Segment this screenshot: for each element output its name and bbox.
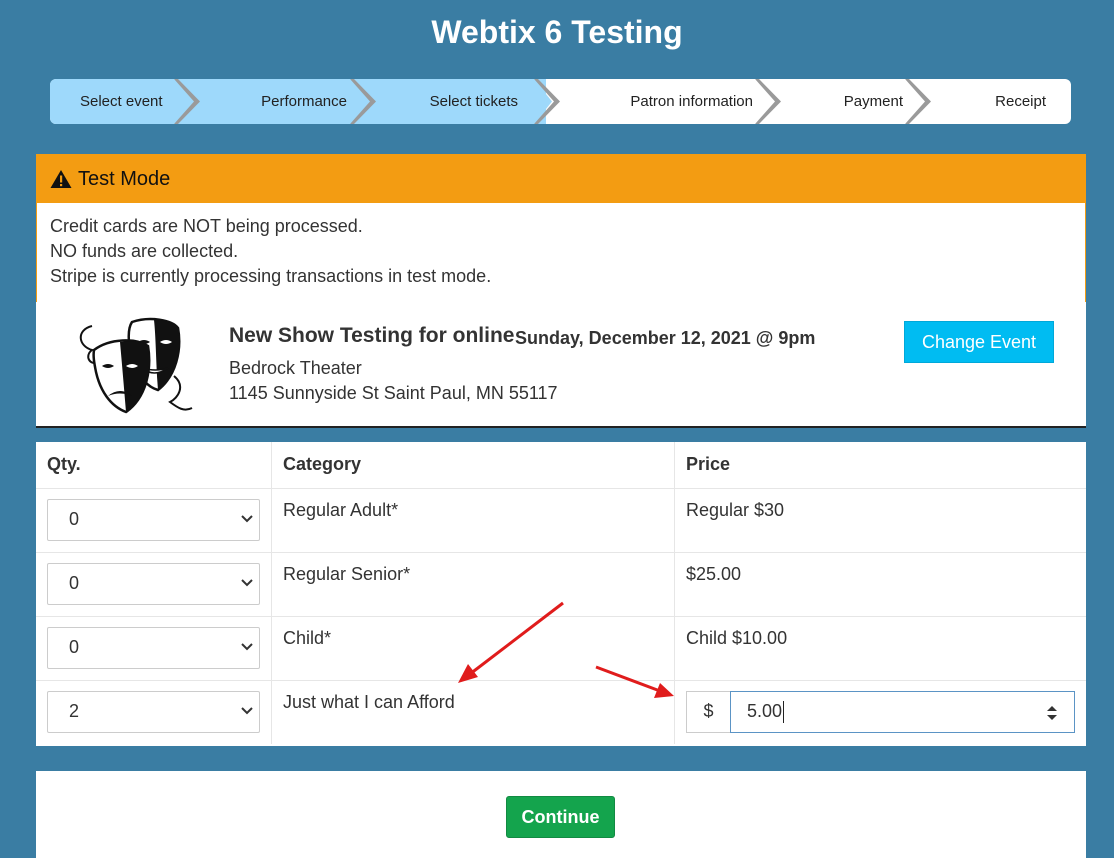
qty-select[interactable]: 0 xyxy=(47,626,260,669)
chevron-down-icon xyxy=(241,642,253,650)
text-caret xyxy=(783,700,785,723)
qty-value: 2 xyxy=(69,701,80,721)
category-cell: Just what I can Afford xyxy=(271,680,675,744)
step-label: Patron information xyxy=(630,93,753,110)
alert-body: Credit cards are NOT being processed. NO… xyxy=(37,203,1085,300)
table-row: 0 Regular Senior* $25.00 xyxy=(36,552,1086,617)
qty-header: Qty. xyxy=(36,442,272,489)
chevron-separator-icon xyxy=(350,79,376,124)
event-name: New Show Testing for online xyxy=(229,324,515,347)
custom-price-input[interactable]: 5.00 xyxy=(730,690,1075,733)
category-header: Category xyxy=(271,442,675,489)
price-cell: Regular $30 xyxy=(674,488,1086,553)
chevron-separator-icon xyxy=(905,79,931,124)
step-receipt[interactable]: Receipt xyxy=(917,79,1071,124)
table-row: 0 Regular Adult* Regular $30 xyxy=(36,488,1086,553)
table-row: 2 Just what I can Afford $ 5.00 xyxy=(36,680,1086,744)
chevron-down-icon xyxy=(241,706,253,714)
step-select-tickets[interactable]: Select tickets xyxy=(362,79,560,124)
chevron-separator-icon xyxy=(174,79,200,124)
alert-line: Stripe is currently processing transacti… xyxy=(50,266,492,286)
step-select-event[interactable]: Select event xyxy=(50,79,200,124)
change-event-button[interactable]: Change Event xyxy=(904,321,1054,363)
test-mode-alert: Test Mode Credit cards are NOT being pro… xyxy=(36,154,1086,303)
qty-value: 0 xyxy=(69,573,80,593)
qty-value: 0 xyxy=(69,637,80,657)
price-input-value: 5.00 xyxy=(747,701,783,721)
event-panel: New Show Testing for online Sunday, Dece… xyxy=(36,302,1086,428)
chevron-separator-icon xyxy=(755,79,781,124)
chevron-down-icon xyxy=(241,578,253,586)
theater-masks-image xyxy=(79,317,193,414)
qty-value: 0 xyxy=(69,509,80,529)
event-venue-block: Bedrock Theater 1145 Sunnyside St Saint … xyxy=(229,356,558,406)
step-label: Payment xyxy=(843,93,903,110)
price-cell: Child $10.00 xyxy=(674,616,1086,681)
price-header: Price xyxy=(674,442,1086,489)
alert-line: NO funds are collected. xyxy=(50,241,239,261)
alert-header: Test Mode xyxy=(37,155,1085,203)
price-cell: $25.00 xyxy=(674,552,1086,617)
step-label: Performance xyxy=(261,93,347,110)
venue-address: 1145 Sunnyside St Saint Paul, MN 55117 xyxy=(229,383,558,403)
table-row: 0 Child* Child $10.00 xyxy=(36,616,1086,681)
step-patron-information[interactable]: Patron information xyxy=(546,79,781,124)
number-spinner-icon[interactable] xyxy=(1046,704,1058,722)
currency-addon: $ xyxy=(686,690,730,733)
alert-title: Test Mode xyxy=(78,167,171,190)
category-cell: Regular Adult* xyxy=(271,488,675,553)
alert-line: Credit cards are NOT being processed. xyxy=(50,216,363,236)
step-performance[interactable]: Performance xyxy=(186,79,376,124)
qty-select[interactable]: 0 xyxy=(47,498,260,541)
chevron-separator-icon xyxy=(534,79,560,124)
continue-panel: Continue xyxy=(36,771,1086,858)
ticket-table: Qty. Category Price 0 Regular Adult* Reg… xyxy=(36,442,1086,746)
venue-name: Bedrock Theater xyxy=(229,358,362,378)
site-title: Webtix 6 Testing xyxy=(431,14,683,50)
qty-select[interactable]: 0 xyxy=(47,562,260,605)
custom-price-group: $ 5.00 xyxy=(686,690,1075,733)
step-payment[interactable]: Payment xyxy=(767,79,931,124)
chevron-down-icon xyxy=(241,514,253,522)
step-label: Receipt xyxy=(995,93,1046,110)
category-cell: Regular Senior* xyxy=(271,552,675,617)
progress-steps: Select event Performance Select tickets … xyxy=(50,79,1071,124)
price-cell: $ 5.00 xyxy=(674,680,1086,744)
continue-button[interactable]: Continue xyxy=(506,796,615,838)
qty-select[interactable]: 2 xyxy=(47,690,260,733)
category-cell: Child* xyxy=(271,616,675,681)
step-label: Select event xyxy=(80,93,163,110)
warning-icon xyxy=(50,170,72,188)
event-date: Sunday, December 12, 2021 @ 9pm xyxy=(515,328,816,348)
step-label: Select tickets xyxy=(429,93,518,110)
